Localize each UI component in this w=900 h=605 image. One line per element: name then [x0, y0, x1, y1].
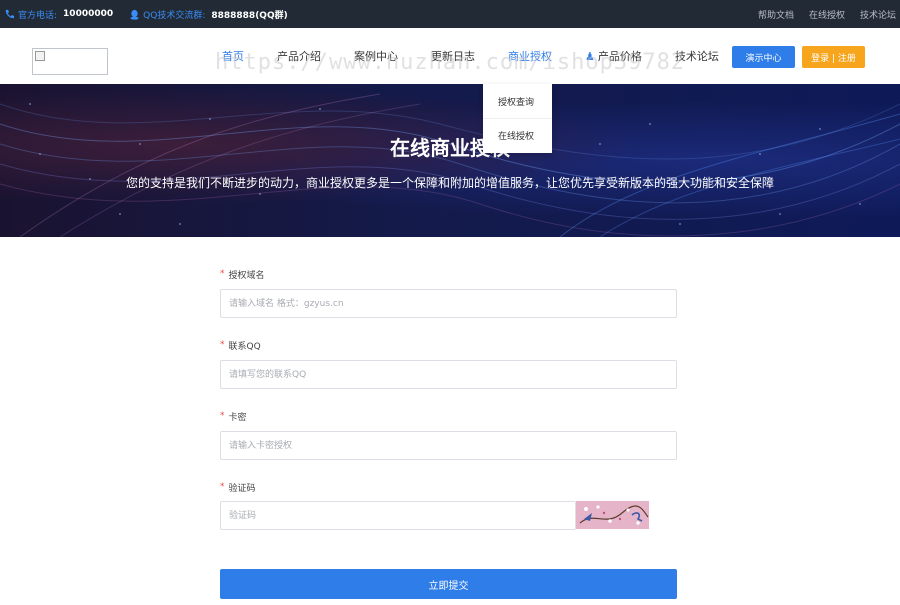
submit-button[interactable]: 立即提交	[220, 569, 677, 599]
phone-info: 官方电话: 10000000	[4, 8, 113, 21]
card-key-label-text: 卡密	[228, 412, 247, 423]
qq-label: QQ技术交流群:	[143, 10, 206, 21]
main-nav: 首页 产品介绍 案例中心 更新日志 商业授权 ♟ 产品价格 技术论坛	[222, 48, 752, 66]
qq-icon	[130, 9, 139, 20]
person-icon: ♟	[585, 50, 595, 63]
dropdown-item-online-license[interactable]: 在线授权	[483, 118, 552, 152]
top-bar-links: 帮助文档 在线授权 技术论坛	[743, 0, 896, 28]
nav-commercial-license[interactable]: 商业授权	[508, 48, 552, 66]
phone-icon	[5, 9, 15, 18]
top-bar: 官方电话: 10000000 QQ技术交流群: 8888888(QQ群) 帮助文…	[0, 0, 900, 28]
main-header: 首页 产品介绍 案例中心 更新日志 商业授权 ♟ 产品价格 技术论坛 演示中心 登…	[0, 28, 900, 84]
nav-product-intro[interactable]: 产品介绍	[277, 48, 321, 66]
hero-title: 在线商业授权	[390, 136, 510, 160]
qq-input[interactable]	[220, 360, 677, 389]
demo-center-button[interactable]: 演示中心	[732, 46, 795, 68]
nav-forum[interactable]: 技术论坛	[675, 48, 719, 66]
captcha-graphic	[576, 501, 649, 529]
captcha-image[interactable]	[576, 501, 649, 529]
site-logo[interactable]	[32, 48, 108, 75]
domain-label: * 授权域名	[220, 267, 265, 281]
phone-label: 官方电话:	[18, 10, 58, 21]
captcha-label: * 验证码	[220, 480, 256, 494]
dropdown-item-license-query[interactable]: 授权查询	[483, 84, 552, 118]
nav-pricing-wrap[interactable]: ♟ 产品价格	[585, 48, 642, 66]
qq-label-text: 联系QQ	[228, 341, 261, 352]
login-register-button[interactable]: 登录 | 注册	[802, 46, 865, 68]
top-bar-contact: 官方电话: 10000000 QQ技术交流群: 8888888(QQ群)	[4, 0, 304, 28]
captcha-input[interactable]	[220, 501, 576, 530]
required-mark: *	[220, 269, 225, 279]
card-key-input[interactable]	[220, 431, 677, 460]
phone-value: 10000000	[63, 9, 114, 19]
required-mark: *	[220, 340, 225, 350]
required-mark: *	[220, 411, 225, 421]
qq-field-label: * 联系QQ	[220, 338, 261, 352]
required-mark: *	[220, 482, 225, 492]
nav-case-center[interactable]: 案例中心	[354, 48, 398, 66]
broken-image-icon	[35, 51, 45, 61]
qq-value: 8888888(QQ群)	[211, 10, 288, 21]
domain-input[interactable]	[220, 289, 677, 318]
hero-subtitle: 您的支持是我们不断进步的动力，商业授权更多是一个保障和附加的增值服务，让您优先享…	[125, 176, 774, 190]
nav-pricing: 产品价格	[597, 50, 642, 63]
online-auth-link[interactable]: 在线授权	[809, 8, 845, 21]
hero-banner: 在线商业授权 您的支持是我们不断进步的动力，商业授权更多是一个保障和附加的增值服…	[0, 84, 900, 237]
help-docs-link[interactable]: 帮助文档	[758, 8, 794, 21]
qq-info: QQ技术交流群: 8888888(QQ群)	[129, 8, 288, 21]
card-key-label: * 卡密	[220, 409, 247, 423]
captcha-label-text: 验证码	[228, 483, 256, 494]
nav-changelog[interactable]: 更新日志	[431, 48, 475, 66]
nav-home[interactable]: 首页	[222, 48, 244, 66]
license-dropdown-menu: 授权查询 在线授权	[483, 84, 552, 153]
domain-label-text: 授权域名	[228, 270, 265, 281]
forum-link[interactable]: 技术论坛	[860, 8, 896, 21]
